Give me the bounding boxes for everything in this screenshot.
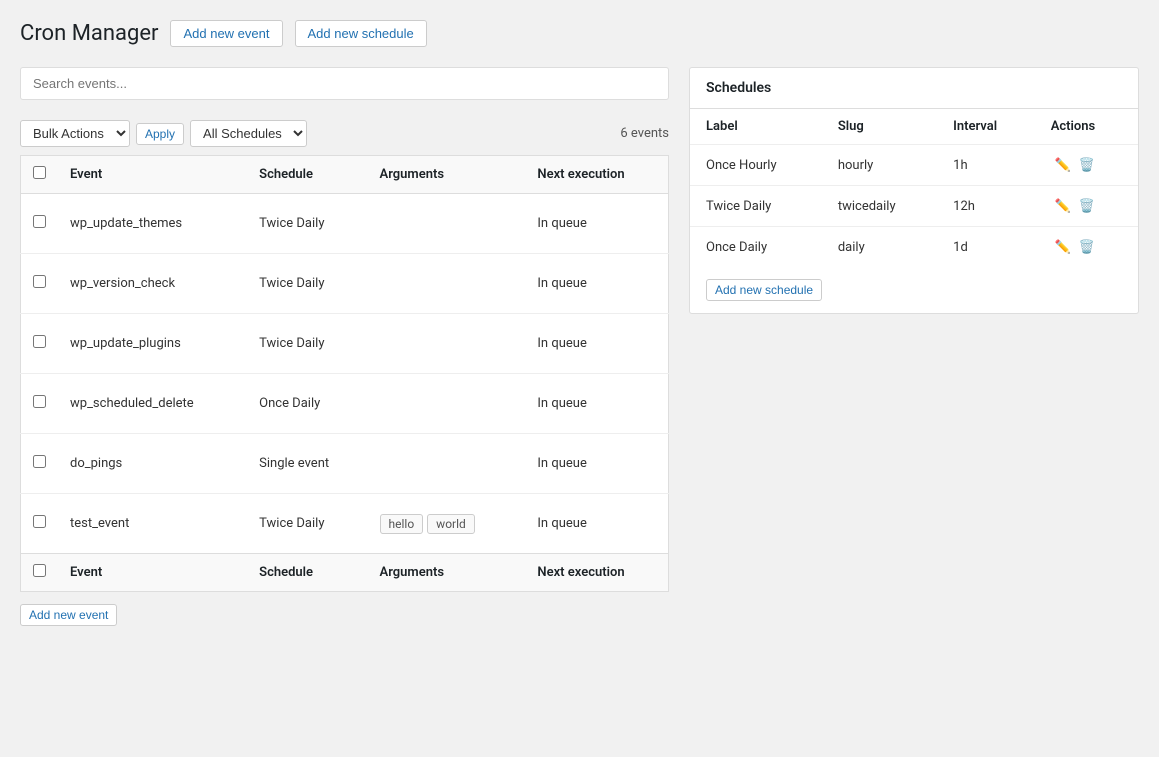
schedule-label: Once Daily <box>690 227 822 268</box>
bulk-actions-dropdown[interactable]: Bulk Actions <box>20 120 130 147</box>
page-title: Cron Manager <box>20 21 158 46</box>
search-input[interactable] <box>20 67 669 100</box>
add-event-button-bottom[interactable]: Add new event <box>20 604 117 626</box>
schedule-interval: 1d <box>937 227 1035 268</box>
schedule-label: Once Hourly <box>690 145 822 186</box>
table-row: test_eventTwice DailyhelloworldIn queue <box>21 494 669 554</box>
sched-header-label: Label <box>690 109 822 145</box>
all-schedules-dropdown[interactable]: All Schedules <box>190 120 307 147</box>
schedule-interval: 1h <box>937 145 1035 186</box>
footer-next-execution: Next execution <box>525 554 668 592</box>
schedule-actions: ✏️🗑️ <box>1035 186 1138 227</box>
table-row: wp_scheduled_deleteOnce Daily In queue <box>21 374 669 434</box>
footer-arguments: Arguments <box>368 554 526 592</box>
sched-header-slug: Slug <box>822 109 937 145</box>
table-row: wp_update_themesTwice Daily In queue <box>21 194 669 254</box>
event-schedule: Twice Daily <box>247 254 367 314</box>
event-arguments <box>368 434 526 494</box>
footer-event: Event <box>58 554 247 592</box>
schedule-slug: hourly <box>822 145 937 186</box>
event-schedule: Once Daily <box>247 374 367 434</box>
schedule-actions: ✏️🗑️ <box>1035 227 1138 268</box>
events-table: Event Schedule Arguments Next execution … <box>20 155 669 592</box>
delete-schedule-icon[interactable]: 🗑️ <box>1075 196 1099 216</box>
schedules-header-row: Label Slug Interval Actions <box>690 109 1138 145</box>
schedule-row: Twice Dailytwicedaily12h✏️🗑️ <box>690 186 1138 227</box>
event-name: do_pings <box>58 434 247 494</box>
event-next-execution: In queue <box>525 494 668 554</box>
add-event-button-header[interactable]: Add new event <box>170 20 282 47</box>
row-checkbox[interactable] <box>33 455 46 468</box>
schedule-row: Once Hourlyhourly1h✏️🗑️ <box>690 145 1138 186</box>
header-checkbox-cell <box>21 156 59 194</box>
header-next-execution: Next execution <box>525 156 668 194</box>
event-name: wp_version_check <box>58 254 247 314</box>
schedules-table: Label Slug Interval Actions Once Hourlyh… <box>690 109 1138 267</box>
add-schedule-button[interactable]: Add new schedule <box>706 279 822 301</box>
event-schedule: Single event <box>247 434 367 494</box>
schedules-box: Schedules Label Slug Interval Actions On… <box>689 67 1139 314</box>
delete-schedule-icon[interactable]: 🗑️ <box>1075 155 1099 175</box>
row-checkbox[interactable] <box>33 515 46 528</box>
event-next-execution: In queue <box>525 254 668 314</box>
event-count: 6 events <box>620 126 669 141</box>
table-row: do_pingsSingle event In queue <box>21 434 669 494</box>
table-header-row: Event Schedule Arguments Next execution <box>21 156 669 194</box>
event-arguments <box>368 314 526 374</box>
event-schedule: Twice Daily <box>247 494 367 554</box>
event-arguments <box>368 374 526 434</box>
event-schedule: Twice Daily <box>247 194 367 254</box>
page-header: Cron Manager Add new event Add new sched… <box>20 20 1139 47</box>
event-next-execution: In queue <box>525 194 668 254</box>
schedule-interval: 12h <box>937 186 1035 227</box>
event-name: wp_scheduled_delete <box>58 374 247 434</box>
edit-schedule-icon[interactable]: ✏️ <box>1051 237 1075 257</box>
row-checkbox[interactable] <box>33 215 46 228</box>
add-schedule-btn-wrapper: Add new schedule <box>706 279 1122 301</box>
event-arguments <box>368 194 526 254</box>
event-arguments: helloworld <box>368 494 526 554</box>
table-row: wp_update_pluginsTwice Daily In queue <box>21 314 669 374</box>
schedule-row: Once Dailydaily1d✏️🗑️ <box>690 227 1138 268</box>
header-schedule: Schedule <box>247 156 367 194</box>
sched-header-actions: Actions <box>1035 109 1138 145</box>
footer-schedule: Schedule <box>247 554 367 592</box>
left-panel: Bulk Actions Apply All Schedules 6 event… <box>20 67 669 626</box>
edit-schedule-icon[interactable]: ✏️ <box>1051 155 1075 175</box>
event-next-execution: In queue <box>525 434 668 494</box>
schedule-label: Twice Daily <box>690 186 822 227</box>
event-name: wp_update_themes <box>58 194 247 254</box>
delete-schedule-icon[interactable]: 🗑️ <box>1075 237 1099 257</box>
event-next-execution: In queue <box>525 314 668 374</box>
toolbar: Bulk Actions Apply All Schedules 6 event… <box>20 112 669 155</box>
right-panel: Schedules Label Slug Interval Actions On… <box>689 67 1139 314</box>
edit-schedule-icon[interactable]: ✏️ <box>1051 196 1075 216</box>
schedules-title: Schedules <box>690 68 1138 109</box>
footer-checkbox-cell <box>21 554 59 592</box>
schedule-slug: twicedaily <box>822 186 937 227</box>
row-checkbox[interactable] <box>33 335 46 348</box>
argument-badge: world <box>427 514 475 534</box>
table-footer-row: Event Schedule Arguments Next execution <box>21 554 669 592</box>
schedule-actions: ✏️🗑️ <box>1035 145 1138 186</box>
select-all-footer-checkbox[interactable] <box>33 564 46 577</box>
row-checkbox[interactable] <box>33 275 46 288</box>
schedule-slug: daily <box>822 227 937 268</box>
main-layout: Bulk Actions Apply All Schedules 6 event… <box>20 67 1139 626</box>
header-arguments: Arguments <box>368 156 526 194</box>
row-checkbox[interactable] <box>33 395 46 408</box>
event-arguments <box>368 254 526 314</box>
event-name: test_event <box>58 494 247 554</box>
header-event: Event <box>58 156 247 194</box>
add-schedule-button-header[interactable]: Add new schedule <box>295 20 427 47</box>
sched-header-interval: Interval <box>937 109 1035 145</box>
argument-badge: hello <box>380 514 424 534</box>
select-all-checkbox[interactable] <box>33 166 46 179</box>
event-next-execution: In queue <box>525 374 668 434</box>
table-row: wp_version_checkTwice Daily In queue <box>21 254 669 314</box>
apply-button[interactable]: Apply <box>136 123 184 145</box>
bottom-row: Add new event <box>20 604 669 626</box>
event-schedule: Twice Daily <box>247 314 367 374</box>
event-name: wp_update_plugins <box>58 314 247 374</box>
